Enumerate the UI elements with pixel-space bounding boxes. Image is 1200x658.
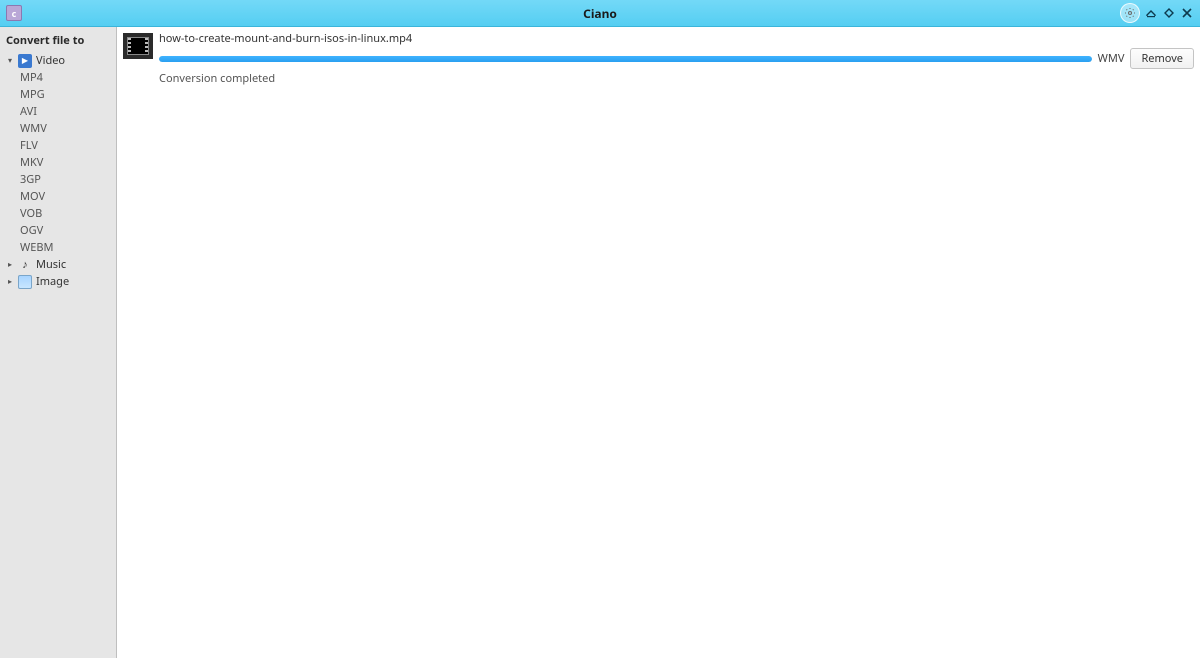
sidebar-item-mkv[interactable]: MKV <box>0 154 116 171</box>
sidebar-item-flv[interactable]: FLV <box>0 137 116 154</box>
gear-icon[interactable] <box>1120 3 1140 23</box>
progress-row: WMV Remove <box>159 48 1194 69</box>
sidebar-category-image[interactable]: ▸ Image <box>0 273 116 290</box>
chevron-down-icon: ▾ <box>6 55 14 66</box>
app-title: Ciano <box>583 5 617 22</box>
sidebar-item-wmv[interactable]: WMV <box>0 120 116 137</box>
remove-button[interactable]: Remove <box>1130 48 1194 69</box>
status-text: Conversion completed <box>159 71 1194 86</box>
conversion-row: how-to-create-mount-and-burn-isos-in-lin… <box>123 31 1194 86</box>
sidebar-item-vob[interactable]: VOB <box>0 205 116 222</box>
music-icon: ♪ <box>18 258 32 272</box>
titlebar: c Ciano <box>0 0 1200 27</box>
sidebar-item-mp4[interactable]: MP4 <box>0 69 116 86</box>
video-file-icon <box>123 33 153 59</box>
target-format-label: WMV <box>1098 51 1125 66</box>
file-name: how-to-create-mount-and-burn-isos-in-lin… <box>159 31 1194 46</box>
sidebar-item-ogv[interactable]: OGV <box>0 222 116 239</box>
chevron-right-icon: ▸ <box>6 276 14 287</box>
video-icon: ▶ <box>18 54 32 68</box>
sidebar: Convert file to ▾ ▶ Video MP4 MPG AVI WM… <box>0 27 117 658</box>
sidebar-item-webm[interactable]: WEBM <box>0 239 116 256</box>
minimize-icon[interactable] <box>1144 3 1158 23</box>
sidebar-heading: Convert file to <box>0 31 116 52</box>
sidebar-item-avi[interactable]: AVI <box>0 103 116 120</box>
close-icon[interactable] <box>1180 3 1194 23</box>
progress-bar <box>159 56 1092 62</box>
content-area: how-to-create-mount-and-burn-isos-in-lin… <box>117 27 1200 658</box>
image-icon <box>18 275 32 289</box>
sidebar-item-3gp[interactable]: 3GP <box>0 171 116 188</box>
window-controls <box>1120 3 1200 23</box>
app-icon: c <box>6 5 22 21</box>
sidebar-category-label: Video <box>36 53 65 68</box>
sidebar-item-mov[interactable]: MOV <box>0 188 116 205</box>
sidebar-category-video[interactable]: ▾ ▶ Video <box>0 52 116 69</box>
sidebar-category-label: Image <box>36 274 69 289</box>
sidebar-item-mpg[interactable]: MPG <box>0 86 116 103</box>
chevron-right-icon: ▸ <box>6 259 14 270</box>
sidebar-category-music[interactable]: ▸ ♪ Music <box>0 256 116 273</box>
sidebar-category-label: Music <box>36 257 66 272</box>
conversion-info: how-to-create-mount-and-burn-isos-in-lin… <box>159 31 1194 86</box>
restore-icon[interactable] <box>1162 3 1176 23</box>
